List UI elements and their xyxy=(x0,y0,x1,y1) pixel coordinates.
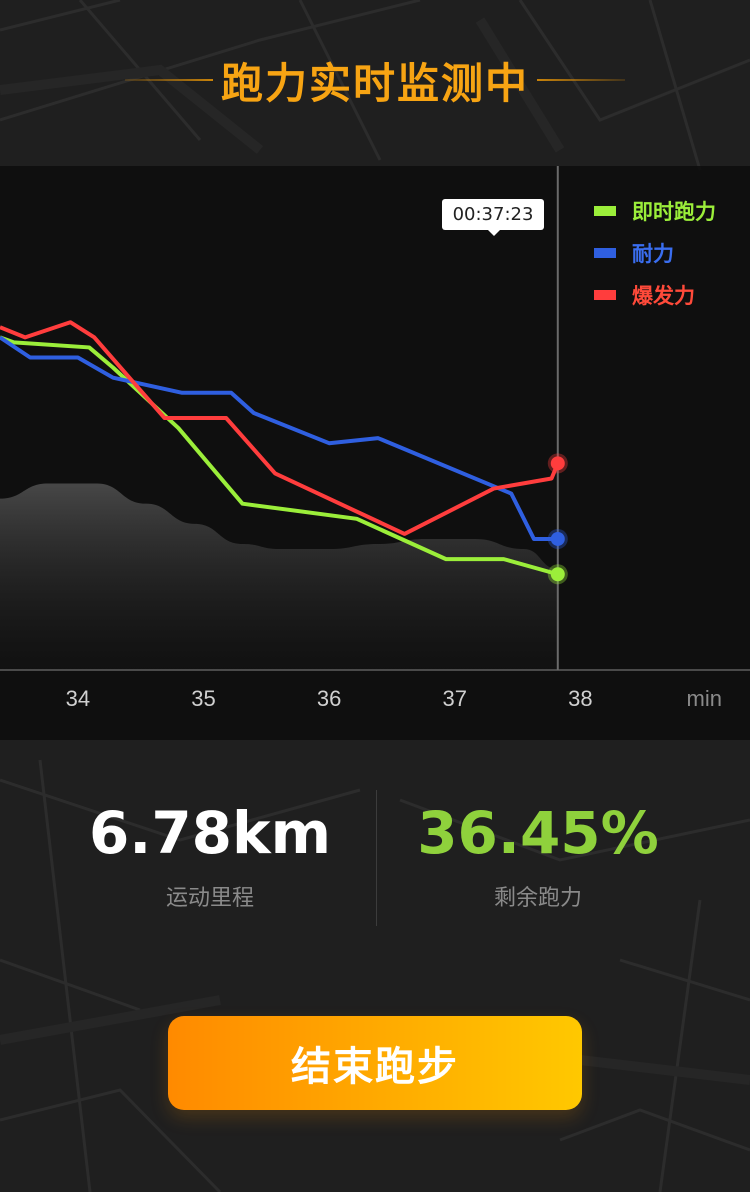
remaining-power-label: 剩余跑力 xyxy=(493,886,582,911)
legend-item-instant: 即时跑力 xyxy=(594,190,716,232)
legend-item-explosive: 爆发力 xyxy=(594,274,716,316)
series-end-point-explosive xyxy=(550,456,565,471)
header-right-line xyxy=(537,79,625,81)
remaining-power-value: 36.45% xyxy=(417,799,659,867)
distance-value: 6.78km xyxy=(88,799,332,867)
legend-swatch-explosive xyxy=(594,290,616,300)
x-tick-label: 38 xyxy=(568,686,592,711)
x-tick-label: 35 xyxy=(191,686,215,711)
legend-item-endurance: 耐力 xyxy=(594,232,716,274)
legend-label-explosive: 爆发力 xyxy=(632,284,695,308)
distance-stat: 6.78km 运动里程 xyxy=(60,790,360,912)
series-end-point-endurance xyxy=(550,531,565,546)
stats-section: 6.78km 运动里程 36.45% 剩余跑力 xyxy=(0,790,750,930)
chart-panel: 34 35 36 37 38 min 00:37:23 即时跑力 耐力 爆发力 xyxy=(0,166,750,740)
x-tick-label: 37 xyxy=(443,686,467,711)
cursor-time-tooltip: 00:37:23 xyxy=(442,199,544,236)
legend-label-instant: 即时跑力 xyxy=(632,200,716,224)
end-run-button[interactable]: 结束跑步 xyxy=(168,1016,582,1110)
series-end-point-instant xyxy=(550,567,565,582)
legend-label-endurance: 耐力 xyxy=(632,242,674,266)
chart-legend: 即时跑力 耐力 爆发力 xyxy=(594,190,716,316)
page-title: 跑力实时监测中 xyxy=(220,58,529,108)
background-area xyxy=(0,483,558,670)
page-header: 跑力实时监测中 xyxy=(0,40,750,120)
legend-swatch-endurance xyxy=(594,248,616,258)
stats-divider xyxy=(376,790,377,926)
x-tick-label: 36 xyxy=(317,686,341,711)
distance-label: 运动里程 xyxy=(165,886,254,911)
legend-swatch-instant xyxy=(594,206,616,216)
x-axis-unit-label: min xyxy=(687,686,722,711)
x-tick-label: 34 xyxy=(66,686,90,711)
header-left-line xyxy=(124,79,213,81)
remaining-power-stat: 36.45% 剩余跑力 xyxy=(388,790,688,912)
